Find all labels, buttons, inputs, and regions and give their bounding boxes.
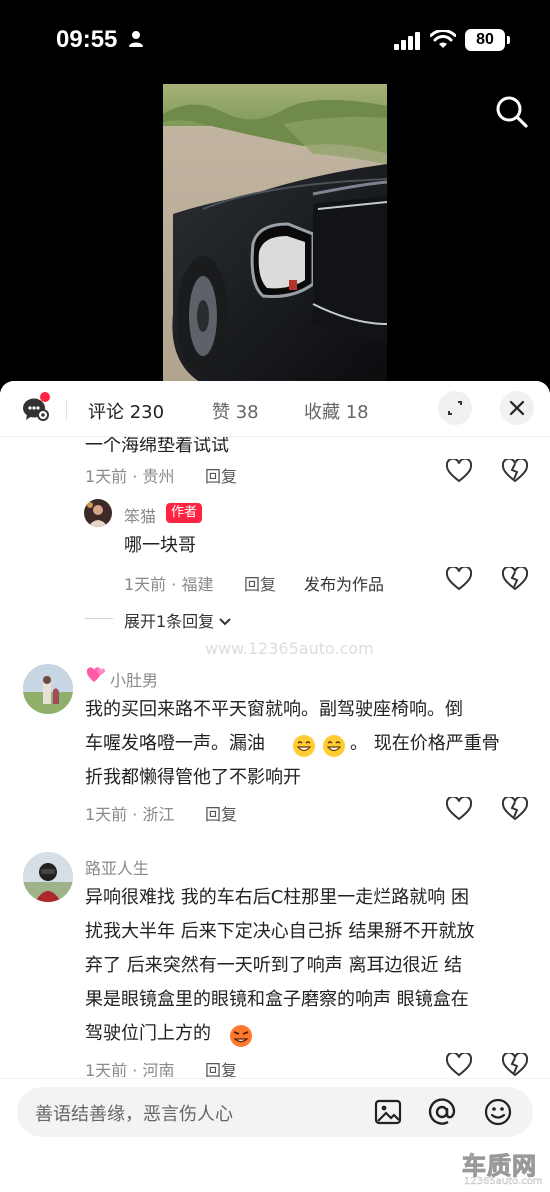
comment-list[interactable]: 一个海绵垫着试试 1天前 · 贵州 回复 笨猫 作者 哪一块哥 1天前 · 福建… bbox=[0, 437, 550, 1077]
comment-meta: 1天前 · 浙江 bbox=[85, 805, 175, 824]
expand-replies-label: 展开1条回复 bbox=[124, 612, 215, 631]
heart-icon[interactable] bbox=[446, 1053, 472, 1077]
avatar-image bbox=[84, 499, 112, 527]
avatar-image bbox=[23, 852, 73, 902]
comment-line: 。 现在价格严重骨 bbox=[350, 733, 500, 754]
close-icon bbox=[509, 400, 525, 416]
wifi-icon bbox=[430, 30, 456, 48]
truncated-comment-text: 一个海绵垫着试试 bbox=[85, 437, 229, 456]
site-logo-watermark: 车质网 12365auto.com bbox=[458, 1144, 550, 1192]
reply-button[interactable]: 回复 bbox=[205, 463, 237, 487]
tab-comments[interactable]: 评论 230 bbox=[88, 398, 164, 424]
heart-icon[interactable] bbox=[446, 459, 472, 483]
grin-emoji-icon bbox=[293, 735, 315, 757]
battery-cap bbox=[507, 36, 510, 44]
header-divider bbox=[66, 399, 67, 421]
user-name[interactable]: 小肚男 bbox=[110, 667, 158, 691]
reply-text: 哪一块哥 bbox=[124, 535, 196, 556]
close-button[interactable] bbox=[500, 391, 534, 425]
broken-heart-icon[interactable] bbox=[502, 797, 528, 821]
comment-line: 弃了 后来突然有一天听到了响声 离耳边很近 结 bbox=[85, 955, 463, 976]
video-frame[interactable] bbox=[163, 84, 387, 384]
comment-input[interactable]: 善语结善缘，恶言伤人心 bbox=[17, 1087, 533, 1137]
video-car-scene bbox=[163, 84, 387, 384]
avatar[interactable] bbox=[23, 852, 73, 902]
publish-as-post-button[interactable]: 发布为作品 bbox=[304, 571, 384, 595]
status-time: 09:55 bbox=[56, 26, 118, 53]
reply-button[interactable]: 回复 bbox=[205, 801, 237, 825]
broken-heart-icon[interactable] bbox=[502, 567, 528, 591]
avatar-image bbox=[23, 664, 73, 714]
expand-icon bbox=[448, 401, 462, 415]
heart-icon[interactable] bbox=[446, 567, 472, 591]
person-icon bbox=[129, 31, 143, 47]
broken-heart-icon[interactable] bbox=[502, 459, 528, 483]
comment-line: 果是眼镜盒里的眼镜和盒子磨察的响声 眼镜盒在 bbox=[85, 989, 469, 1010]
comment-line: 车喔发咯噔一声。漏油 bbox=[85, 733, 265, 754]
video-player[interactable] bbox=[0, 84, 550, 384]
comment-meta: 1天前 · 贵州 bbox=[85, 467, 175, 486]
hearts-emoji-icon bbox=[86, 667, 106, 682]
heart-icon[interactable] bbox=[446, 797, 472, 821]
sheet-header: 评论 230 赞 38 收藏 18 bbox=[0, 381, 550, 437]
expand-replies-button[interactable]: 展开1条回复 bbox=[124, 608, 232, 632]
notification-dot bbox=[40, 392, 50, 402]
search-icon[interactable] bbox=[494, 94, 530, 130]
avatar[interactable] bbox=[84, 499, 112, 527]
grin-emoji-icon bbox=[323, 735, 345, 757]
comment-sheet: 评论 230 赞 38 收藏 18 一个海绵垫着试试 1天前 · 贵州 回复 笨… bbox=[0, 381, 550, 1192]
chevron-down-icon bbox=[219, 618, 231, 626]
expand-button[interactable] bbox=[438, 391, 472, 425]
reply-button[interactable]: 回复 bbox=[205, 1057, 237, 1077]
user-name[interactable]: 路亚人生 bbox=[85, 855, 149, 879]
reply-button[interactable]: 回复 bbox=[244, 571, 276, 595]
tab-likes[interactable]: 赞 38 bbox=[212, 398, 259, 424]
logo-sub-text: 12365auto.com bbox=[464, 1176, 543, 1187]
comment-line: 异响很难找 我的车右后C柱那里一走烂路就响 困 bbox=[85, 887, 470, 908]
comment-input-placeholder: 善语结善缘，恶言伤人心 bbox=[35, 1104, 233, 1125]
watermark: www.12365auto.com bbox=[205, 639, 374, 658]
status-bar: 09:55 80 bbox=[0, 0, 550, 84]
comment-line: 驾驶位门上方的 bbox=[85, 1023, 211, 1044]
comment-line: 扰我大半年 后来下定决心自己拆 结果掰不开就放 bbox=[85, 921, 475, 942]
expand-line bbox=[85, 618, 113, 619]
emoji-icon[interactable] bbox=[483, 1097, 513, 1127]
reply-meta: 1天前 · 福建 bbox=[124, 575, 214, 594]
tab-favorites[interactable]: 收藏 18 bbox=[304, 398, 369, 424]
comment-line: 折我都懒得管他了不影响开 bbox=[85, 767, 301, 788]
comment-line: 我的买回来路不平天窗就响。副驾驶座椅响。倒 bbox=[85, 699, 463, 720]
battery-indicator: 80 bbox=[465, 29, 505, 51]
image-icon[interactable] bbox=[373, 1097, 403, 1127]
avatar[interactable] bbox=[23, 664, 73, 714]
signal-icon bbox=[394, 32, 420, 50]
comment-meta: 1天前 · 河南 bbox=[85, 1061, 175, 1077]
broken-heart-icon[interactable] bbox=[502, 1053, 528, 1077]
author-badge: 作者 bbox=[166, 503, 203, 523]
author-name[interactable]: 笨猫 bbox=[124, 503, 156, 527]
angry-emoji-icon bbox=[230, 1025, 252, 1047]
at-icon[interactable] bbox=[427, 1097, 457, 1127]
